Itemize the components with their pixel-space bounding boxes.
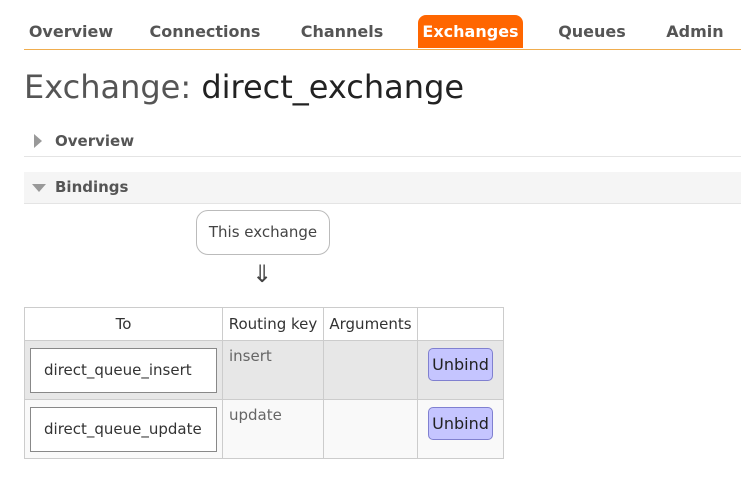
routing-key-cell: update [222, 399, 324, 459]
tab-admin[interactable]: Admin [660, 15, 730, 48]
destination-link[interactable]: direct_queue_insert [30, 348, 217, 393]
tab-connections[interactable]: Connections [148, 15, 262, 48]
bindings-table: To Routing key Arguments direct_queue_in… [24, 307, 504, 459]
tab-overview[interactable]: Overview [24, 15, 118, 48]
exchange-name: direct_exchange [201, 68, 465, 106]
routing-key-value: insert [229, 347, 272, 365]
this-exchange-box: This exchange [196, 210, 330, 255]
tab-channels[interactable]: Channels [294, 15, 390, 48]
column-header-actions [417, 307, 504, 341]
table-row: direct_queue_insert insert Unbind [24, 340, 504, 400]
top-nav: Overview Connections Channels Exchanges … [24, 0, 741, 50]
expand-arrow-icon [34, 134, 42, 148]
bindings-section-header[interactable]: Bindings [24, 172, 741, 204]
action-cell: Unbind [417, 399, 504, 459]
routing-key-cell: insert [222, 340, 324, 400]
action-cell: Unbind [417, 340, 504, 400]
overview-section-header[interactable]: Overview [24, 126, 741, 157]
page-title-prefix: Exchange: [24, 68, 192, 106]
tab-exchanges[interactable]: Exchanges [418, 15, 523, 48]
destination-link[interactable]: direct_queue_update [30, 407, 217, 452]
column-header-routing-key: Routing key [222, 307, 324, 341]
tab-queues[interactable]: Queues [548, 15, 636, 48]
unbind-button[interactable]: Unbind [428, 348, 493, 381]
table-row: direct_queue_update update Unbind [24, 399, 504, 459]
overview-section-label: Overview [55, 132, 135, 150]
bindings-section-label: Bindings [55, 178, 129, 196]
routing-key-value: update [229, 406, 282, 424]
column-header-arguments: Arguments [323, 307, 418, 341]
page-title: Exchange: direct_exchange [24, 68, 464, 106]
destination-cell: direct_queue_update [24, 399, 223, 459]
collapse-arrow-icon [32, 184, 46, 192]
unbind-button[interactable]: Unbind [428, 407, 493, 440]
column-header-to: To [24, 307, 223, 341]
table-header-row: To Routing key Arguments [24, 307, 504, 341]
arguments-cell [323, 399, 418, 459]
down-arrow-icon: ⇓ [252, 260, 273, 288]
arguments-cell [323, 340, 418, 400]
destination-cell: direct_queue_insert [24, 340, 223, 400]
